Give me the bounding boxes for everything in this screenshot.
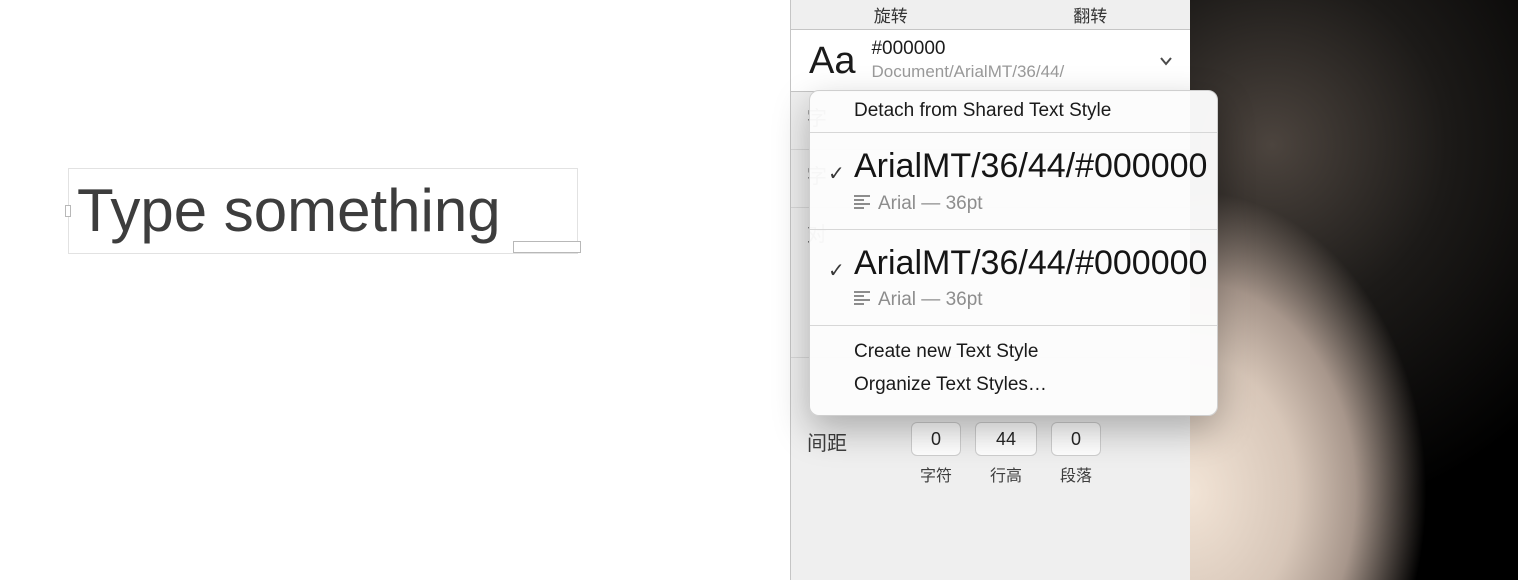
menu-organize-styles-label: Organize Text Styles… bbox=[854, 374, 1047, 395]
menu-detach-style-label: Detach from Shared Text Style bbox=[854, 100, 1111, 121]
tab-rotate-label: 旋转 bbox=[874, 2, 908, 27]
spacing-label: 间距 bbox=[807, 422, 897, 456]
canvas-area[interactable]: Type something bbox=[0, 0, 790, 580]
align-left-icon bbox=[854, 193, 870, 215]
style-option-1[interactable]: ✓ ArialMT/36/44/#000000 Arial — 36pt bbox=[810, 230, 1217, 327]
menu-organize-styles[interactable]: Organize Text Styles… bbox=[854, 369, 1195, 401]
style-preview-glyph: Aa bbox=[809, 42, 855, 80]
style-option-0[interactable]: ✓ ArialMT/36/44/#000000 Arial — 36pt bbox=[810, 133, 1217, 230]
style-option-0-name: ArialMT/36/44/#000000 bbox=[854, 149, 1195, 185]
line-height-caption: 行高 bbox=[990, 462, 1022, 486]
text-style-dropdown: Detach from Shared Text Style ✓ ArialMT/… bbox=[809, 90, 1218, 416]
resize-handle-left[interactable] bbox=[65, 205, 71, 217]
menu-create-style-label: Create new Text Style bbox=[854, 341, 1038, 362]
paragraph-spacing-input[interactable] bbox=[1051, 422, 1101, 456]
dropdown-footer: Create new Text Style Organize Text Styl… bbox=[810, 326, 1217, 415]
text-layer-box[interactable]: Type something bbox=[68, 168, 578, 254]
resize-handle-right[interactable] bbox=[513, 241, 581, 253]
inspector-header-tabs: 旋转 翻转 bbox=[791, 0, 1190, 30]
line-height-input[interactable] bbox=[975, 422, 1037, 456]
chevron-down-icon[interactable] bbox=[1156, 51, 1176, 71]
tab-flip-label: 翻转 bbox=[1073, 2, 1107, 27]
paragraph-spacing-caption: 段落 bbox=[1060, 462, 1092, 486]
style-current-path: Document/ArialMT/36/44/ bbox=[871, 62, 1156, 82]
tab-flip[interactable]: 翻转 bbox=[991, 0, 1191, 29]
check-icon: ✓ bbox=[828, 161, 845, 186]
text-layer-content[interactable]: Type something bbox=[69, 181, 509, 241]
align-left-icon bbox=[854, 289, 870, 311]
style-current-name: #000000 bbox=[871, 39, 1156, 60]
character-spacing-caption: 字符 bbox=[920, 462, 952, 486]
style-option-0-meta: Arial — 36pt bbox=[878, 193, 983, 215]
spacing-row: 间距 字符 行高 段落 bbox=[791, 408, 1190, 486]
tab-rotate[interactable]: 旋转 bbox=[791, 0, 991, 29]
app-root: Type something 旋转 翻转 Aa #000000 Document… bbox=[0, 0, 1518, 580]
menu-create-style[interactable]: Create new Text Style bbox=[854, 336, 1195, 368]
canvas-background-image bbox=[1190, 0, 1518, 580]
menu-detach-style[interactable]: Detach from Shared Text Style bbox=[810, 91, 1217, 133]
text-style-picker[interactable]: Aa #000000 Document/ArialMT/36/44/ bbox=[791, 30, 1190, 92]
style-option-1-name: ArialMT/36/44/#000000 bbox=[854, 246, 1195, 282]
character-spacing-input[interactable] bbox=[911, 422, 961, 456]
style-option-1-meta: Arial — 36pt bbox=[878, 289, 983, 311]
check-icon: ✓ bbox=[828, 258, 845, 283]
style-picker-info: #000000 Document/ArialMT/36/44/ bbox=[871, 39, 1156, 82]
